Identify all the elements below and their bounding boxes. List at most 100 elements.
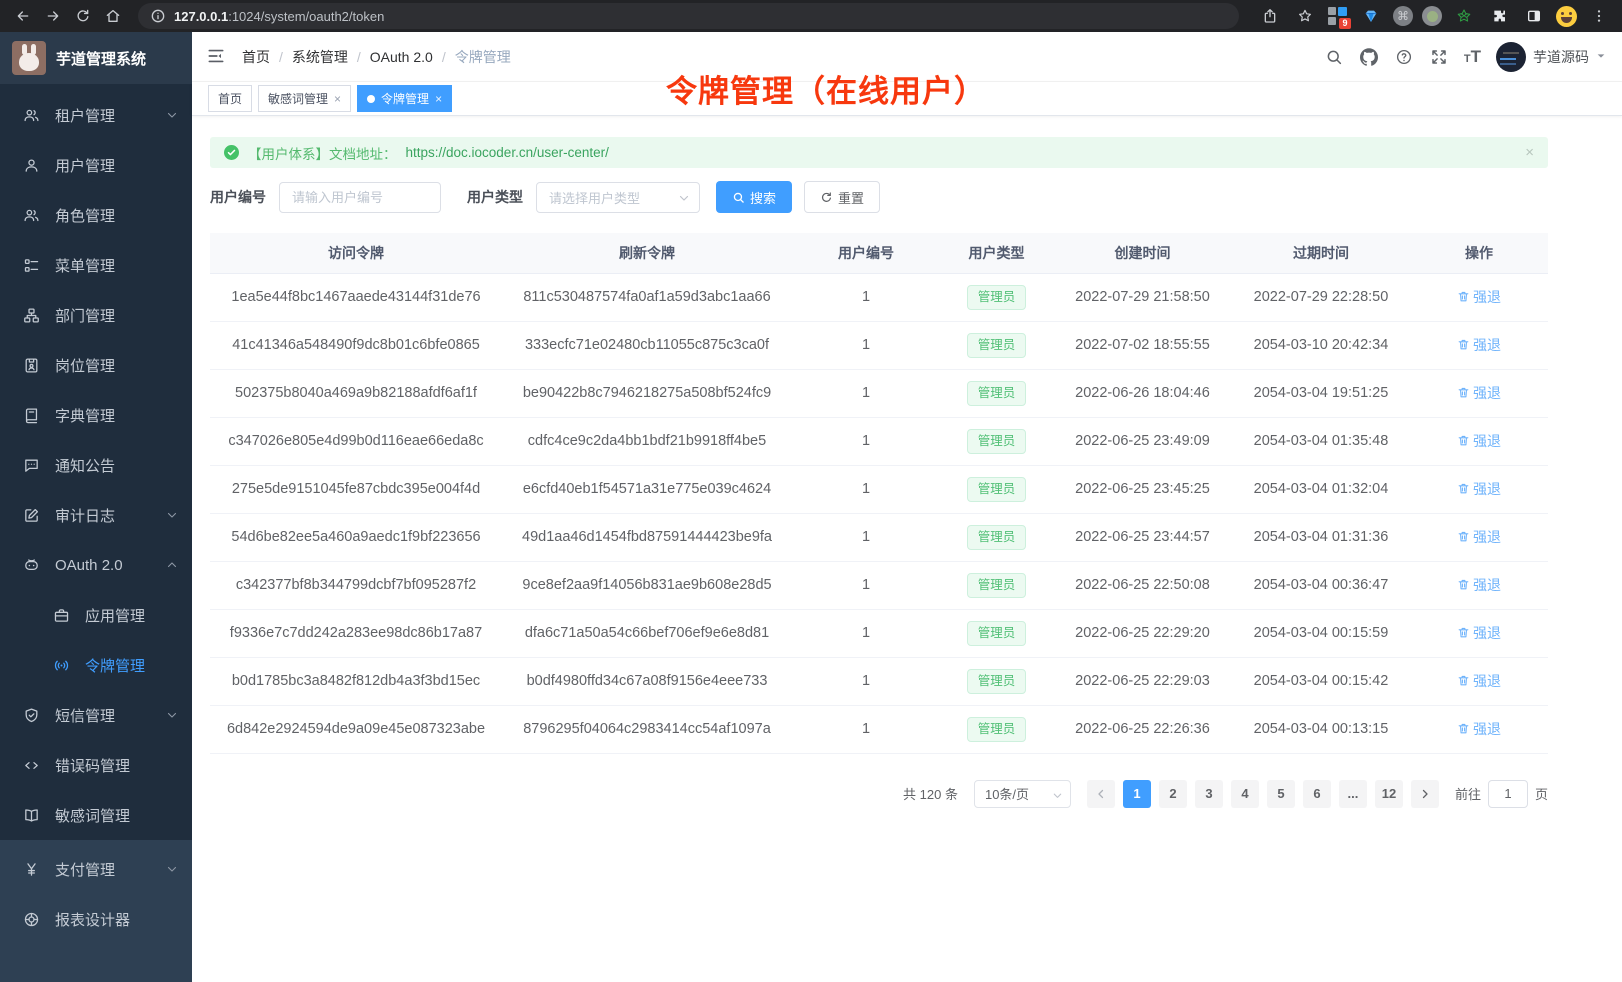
dot-extension-icon[interactable] xyxy=(1422,6,1442,26)
extensions-icon[interactable]: 9 xyxy=(1327,5,1349,27)
bookmark-star-icon[interactable] xyxy=(1292,3,1318,29)
sidebar-item-post[interactable]: 岗位管理 xyxy=(0,340,192,390)
site-info-icon[interactable] xyxy=(150,3,166,29)
search-button[interactable]: 搜索 xyxy=(716,181,792,213)
force-logout-link[interactable]: 强退 xyxy=(1457,431,1501,451)
next-page-button[interactable] xyxy=(1411,780,1439,808)
command-extension-icon[interactable]: ⌘ xyxy=(1393,6,1413,26)
page-button[interactable]: 4 xyxy=(1231,780,1259,808)
goto-page-input[interactable] xyxy=(1488,780,1528,808)
access-token-cell: 54d6be82ee5a460a9aedc1f9bf223656 xyxy=(210,513,502,561)
split-view-icon[interactable] xyxy=(1521,3,1547,29)
force-logout-link[interactable]: 强退 xyxy=(1457,671,1501,691)
refresh-token-cell: 49d1aa46d1454fbd87591444423be9fa xyxy=(502,513,792,561)
sidebar-item-role[interactable]: 角色管理 xyxy=(0,190,192,240)
force-logout-link[interactable]: 强退 xyxy=(1457,623,1501,643)
reset-button[interactable]: 重置 xyxy=(804,181,880,213)
page-size-select[interactable]: 10条/页 xyxy=(974,780,1071,808)
sidebar-item-menu[interactable]: 菜单管理 xyxy=(0,240,192,290)
doc-link[interactable]: https://doc.iocoder.cn/user-center/ xyxy=(406,145,609,160)
action-cell: 强退 xyxy=(1410,369,1548,417)
refresh-token-cell: 811c530487574fa0af1a59d3abc1aa66 xyxy=(502,273,792,321)
browser-menu-icon[interactable] xyxy=(1586,3,1612,29)
share-icon[interactable] xyxy=(1257,3,1283,29)
back-icon[interactable] xyxy=(10,3,36,29)
sidebar-item-tenant[interactable]: 租户管理 xyxy=(0,90,192,140)
user-type-cell: 管理员 xyxy=(940,561,1053,609)
app-logo[interactable]: 芋道管理系统 xyxy=(0,32,192,84)
sidebar-item-pay[interactable]: 支付管理 xyxy=(0,844,192,894)
close-icon[interactable]: × xyxy=(334,93,341,105)
sidebar-item-user[interactable]: 用户管理 xyxy=(0,140,192,190)
page-ellipsis[interactable]: ... xyxy=(1339,780,1367,808)
expire-time-cell: 2054-03-04 01:35:48 xyxy=(1232,417,1410,465)
user-id-cell: 1 xyxy=(792,417,940,465)
page-button[interactable]: 5 xyxy=(1267,780,1295,808)
puzzle-extensions-icon[interactable] xyxy=(1486,3,1512,29)
home-icon[interactable] xyxy=(100,3,126,29)
create-time-cell: 2022-06-25 22:29:20 xyxy=(1053,609,1232,657)
github-icon[interactable] xyxy=(1359,47,1379,67)
create-time-cell: 2022-06-25 22:26:36 xyxy=(1053,705,1232,753)
force-logout-link[interactable]: 强退 xyxy=(1457,575,1501,595)
sidebar-item-sensitive[interactable]: 敏感词管理 xyxy=(0,790,192,840)
force-logout-link[interactable]: 强退 xyxy=(1457,383,1501,403)
url-bar[interactable]: 127.0.0.1:1024/system/oauth2/token xyxy=(138,3,1239,29)
alert-close-icon[interactable]: × xyxy=(1525,144,1534,161)
tab-home[interactable]: 首页 xyxy=(208,85,252,112)
col-user-type: 用户类型 xyxy=(940,233,1053,273)
sidebar-item-report[interactable]: 报表设计器 xyxy=(0,894,192,944)
code-icon xyxy=(22,756,40,774)
gem-extension-icon[interactable] xyxy=(1358,3,1384,29)
fullscreen-icon[interactable] xyxy=(1429,47,1449,67)
breadcrumb-system[interactable]: 系统管理 xyxy=(292,47,348,67)
create-time-cell: 2022-07-02 18:55:55 xyxy=(1053,321,1232,369)
help-icon[interactable] xyxy=(1394,47,1414,67)
sidebar-item-sms[interactable]: 短信管理 xyxy=(0,690,192,740)
page-button[interactable]: 12 xyxy=(1375,780,1403,808)
sidebar-item-errcode[interactable]: 错误码管理 xyxy=(0,740,192,790)
reload-icon[interactable] xyxy=(70,3,96,29)
chevron-down-icon xyxy=(166,863,178,875)
force-logout-link[interactable]: 强退 xyxy=(1457,719,1501,739)
sidebar-item-notice[interactable]: 通知公告 xyxy=(0,440,192,490)
user-menu[interactable]: 芋道源码 xyxy=(1496,42,1606,72)
sidebar-item-oauth2[interactable]: OAuth 2.0 xyxy=(0,540,192,590)
create-time-cell: 2022-06-25 23:45:25 xyxy=(1053,465,1232,513)
breadcrumb-oauth2[interactable]: OAuth 2.0 xyxy=(370,49,433,65)
force-logout-link[interactable]: 强退 xyxy=(1457,335,1501,355)
access-token-cell: 502375b8040a469a9b82188afdf6af1f xyxy=(210,369,502,417)
forward-icon[interactable] xyxy=(40,3,66,29)
user-id-input[interactable] xyxy=(279,182,441,213)
user-type-select[interactable]: 请选择用户类型 xyxy=(536,182,700,213)
tab-sensitive-words[interactable]: 敏感词管理 × xyxy=(258,85,351,112)
prev-page-button[interactable] xyxy=(1087,780,1115,808)
force-logout-link[interactable]: 强退 xyxy=(1457,527,1501,547)
breadcrumb-home[interactable]: 首页 xyxy=(242,47,270,67)
font-size-icon[interactable]: TT xyxy=(1464,48,1481,65)
page-button[interactable]: 3 xyxy=(1195,780,1223,808)
sidebar-item-app-manage[interactable]: 应用管理 xyxy=(0,590,192,640)
search-icon[interactable] xyxy=(1324,47,1344,67)
page-button[interactable]: 2 xyxy=(1159,780,1187,808)
sidebar-item-token-manage[interactable]: 令牌管理 xyxy=(0,640,192,690)
table-row: 54d6be82ee5a460a9aedc1f9bf223656 49d1aa4… xyxy=(210,513,1548,561)
access-token-cell: 1ea5e44f8bc1467aaede43144f31de76 xyxy=(210,273,502,321)
sidebar-item-dept[interactable]: 部门管理 xyxy=(0,290,192,340)
user-id-cell: 1 xyxy=(792,561,940,609)
sidebar-item-dict[interactable]: 字典管理 xyxy=(0,390,192,440)
green-star-extension-icon[interactable] xyxy=(1451,3,1477,29)
logo-avatar xyxy=(12,41,46,75)
sidebar-item-audit[interactable]: 审计日志 xyxy=(0,490,192,540)
force-logout-link[interactable]: 强退 xyxy=(1457,479,1501,499)
page-button[interactable]: 6 xyxy=(1303,780,1331,808)
force-logout-link[interactable]: 强退 xyxy=(1457,287,1501,307)
profile-avatar-icon[interactable] xyxy=(1556,6,1577,27)
app-title: 芋道管理系统 xyxy=(56,48,146,69)
collapse-sidebar-icon[interactable] xyxy=(206,46,228,68)
close-icon[interactable]: × xyxy=(435,93,442,105)
trash-icon xyxy=(1457,434,1470,447)
page-button[interactable]: 1 xyxy=(1123,780,1151,808)
user-icon xyxy=(22,156,40,174)
tab-token-manage[interactable]: 令牌管理 × xyxy=(357,85,452,112)
